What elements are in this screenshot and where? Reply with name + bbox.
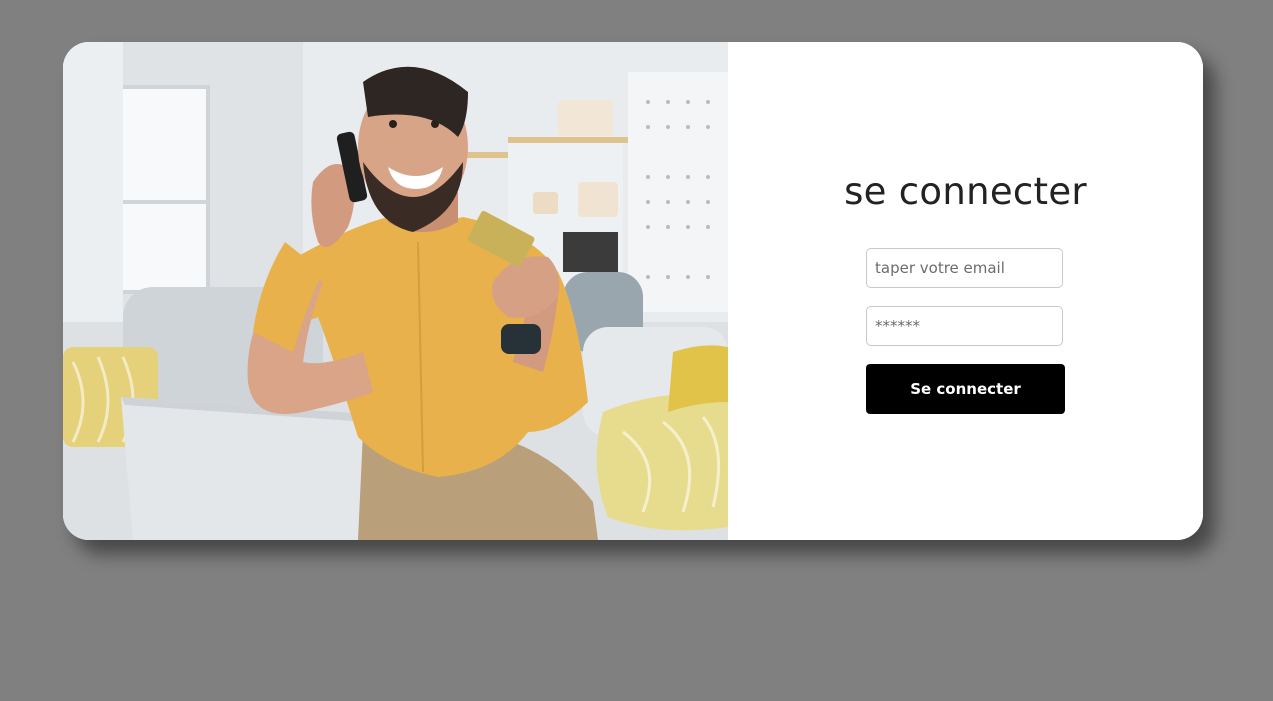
login-form-panel: se connecter Se connecter xyxy=(728,42,1203,540)
login-card: se connecter Se connecter xyxy=(63,42,1203,540)
login-title: se connecter xyxy=(844,170,1087,213)
email-input[interactable] xyxy=(866,248,1063,288)
password-input[interactable] xyxy=(866,306,1063,346)
login-button[interactable]: Se connecter xyxy=(866,364,1065,414)
hero-illustration xyxy=(63,42,728,540)
hero-photo xyxy=(63,42,728,540)
